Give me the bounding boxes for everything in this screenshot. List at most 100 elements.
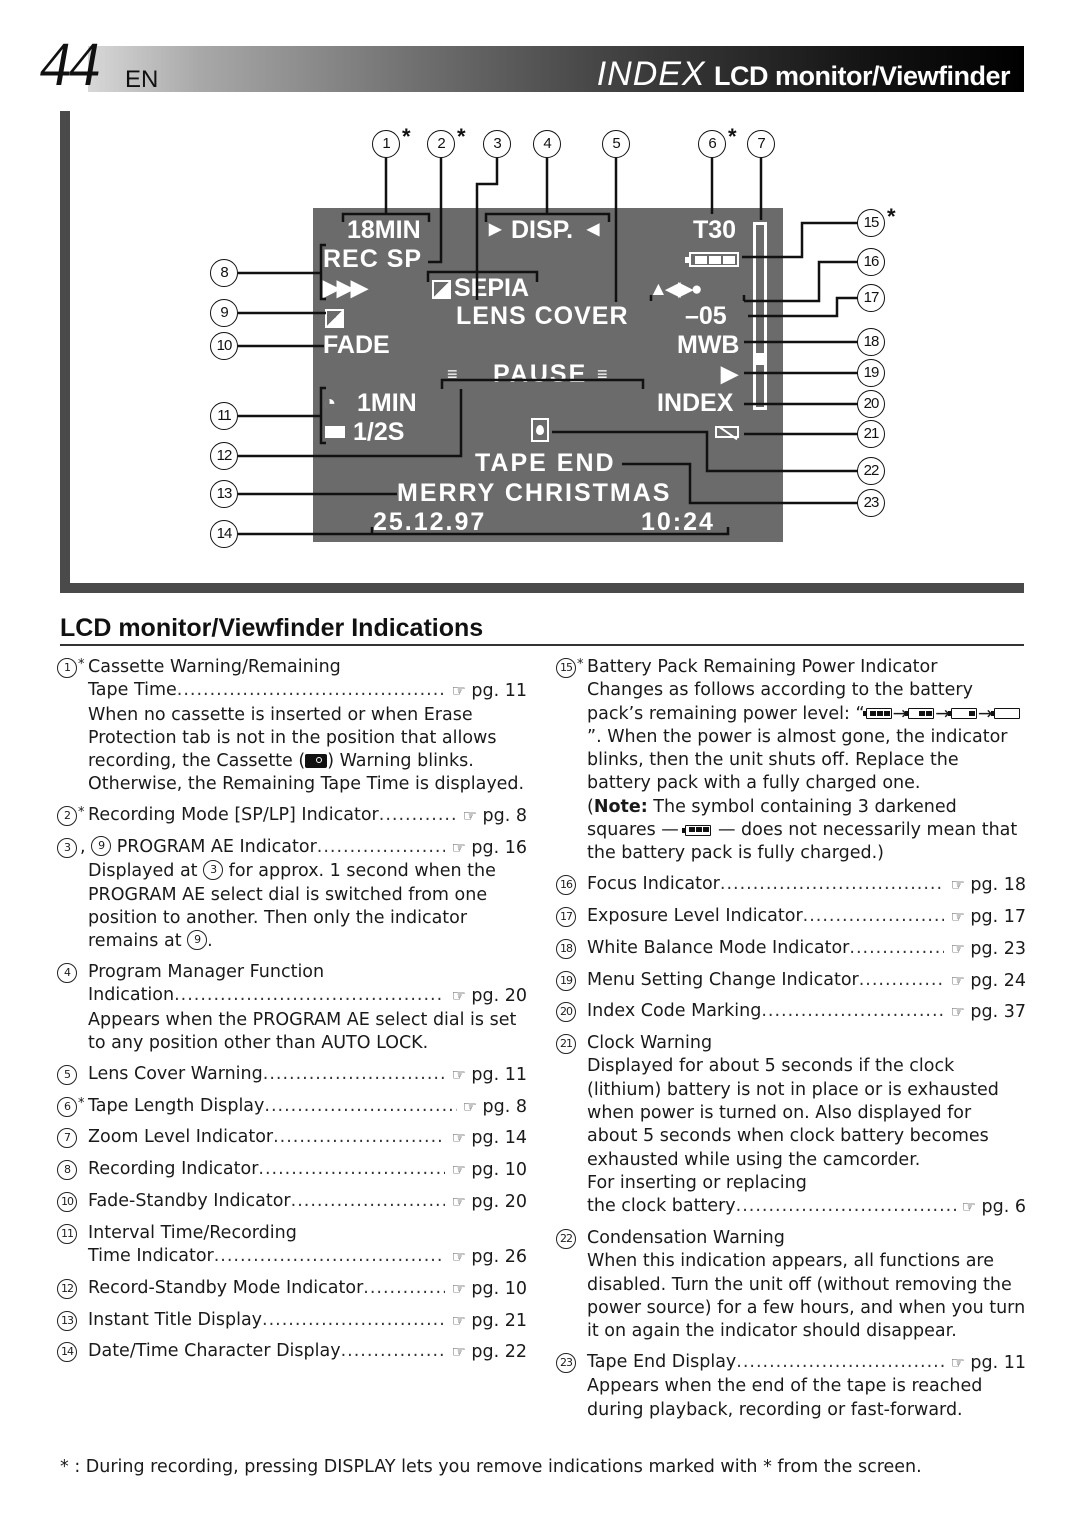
indication-description: When no cassette is inserted or when Era… [88,704,527,797]
page-ref-link[interactable]: ☞ pg. 16 [445,836,527,860]
indication-label: Record-Standby Mode Indicator [88,1277,364,1298]
callout-15-star: * [887,204,896,229]
callout-19: 19 [857,359,885,387]
footnote: * : During recording, pressing DISPLAY l… [60,1457,922,1477]
page-ref: pg. 6 [981,1197,1026,1218]
page-ref: pg. 24 [970,970,1026,991]
page-ref-link[interactable]: ☞ pg. 8 [457,1095,527,1119]
page-ref-link[interactable]: ☞ pg. 24 [944,969,1026,993]
indication-label: Fade-Standby Indicator [88,1190,291,1211]
indication-label: Condensation Warning [587,1228,785,1249]
indication-ref-row: Zoom Level Indicator ☞ pg. 14 [88,1126,527,1150]
page-ref-link[interactable]: ☞ pg. 11 [445,1063,527,1087]
indication-number: 6 [57,1096,77,1117]
dot-leader [803,905,945,929]
page-ref-link[interactable]: ☞ pg. 14 [445,1126,527,1150]
indication-label: Recording Indicator [88,1159,259,1180]
callout-5: 5 [602,130,630,158]
indication-14: 14 Date/Time Character Display ☞ pg. 22 [57,1340,527,1364]
page-ref-link[interactable]: ☞ pg. 11 [944,1351,1026,1375]
pointing-hand-icon: ☞ [950,1002,965,1022]
indication-number: 4 [57,963,77,984]
desc-text: . [207,931,213,952]
indication-number: 5 [57,1064,77,1085]
indication-4: 4 Program Manager Function Indication ☞ … [57,961,527,1055]
callout-6-star: * [728,124,737,149]
indication-5: 5 Lens Cover Warning ☞ pg. 11 [57,1063,527,1087]
page-ref-link[interactable]: ☞ pg. 18 [944,873,1026,897]
indication-label: Program Manager Function [88,962,325,983]
indication-star: * [78,1095,85,1111]
page-ref-link[interactable]: ☞ pg. 20 [445,984,527,1008]
page-ref-link[interactable]: ☞ pg. 21 [445,1309,527,1333]
section-divider [60,644,1024,646]
pointing-hand-icon: ☞ [451,1278,466,1298]
page-ref-link[interactable]: ☞ pg. 10 [445,1158,527,1182]
indication-number: 18 [556,938,576,959]
indication-16: 16 Focus Indicator ☞ pg. 18 [556,873,1026,897]
dot-leader [849,937,944,961]
indication-number: 1 [57,658,77,678]
page-ref-link[interactable]: ☞ pg. 37 [944,1000,1026,1024]
battery-3-bars-icon [862,708,892,720]
indication-ref-row: Instant Title Display ☞ pg. 21 [88,1309,527,1333]
indication-2: 2 * Recording Mode [SP/LP] Indicator ☞ p… [57,804,527,828]
indication-22: 22 Condensation Warning When this indica… [556,1227,1026,1343]
indication-number: 3 [203,860,224,881]
pointing-hand-icon: ☞ [950,875,965,895]
pointing-hand-icon: ☞ [451,1064,466,1084]
indication-number: 17 [556,906,576,927]
indication-label: Tape Time [88,680,177,701]
callout-23: 23 [857,489,885,517]
indication-6: 6 * Tape Length Display ☞ pg. 8 [57,1095,527,1119]
indication-ref-row: Record-Standby Mode Indicator ☞ pg. 10 [88,1277,527,1301]
indication-label: Tape End Display [587,1352,737,1373]
indication-ref-row: Tape Length Display ☞ pg. 8 [88,1095,527,1119]
page-ref-link[interactable]: ☞ pg. 23 [944,937,1026,961]
indication-3-9: 3 , 9 PROGRAM AE Indicator ☞ pg. 16 Disp… [57,836,527,953]
dot-leader [174,984,445,1008]
page-ref-link[interactable]: ☞ pg. 10 [445,1277,527,1301]
indication-description: When this indication appears, all functi… [587,1251,1026,1342]
indication-8: 8 Recording Indicator ☞ pg. 10 [57,1158,527,1182]
callout-2-star: * [457,124,466,149]
page-ref-link[interactable]: ☞ pg. 6 [956,1195,1026,1219]
indication-label: Exposure Level Indicator [587,905,803,926]
page-ref-link[interactable]: ☞ pg. 17 [944,905,1026,929]
pointing-hand-icon: ☞ [451,1128,466,1148]
page-ref-link[interactable]: ☞ pg. 26 [445,1245,527,1269]
page-ref: pg. 10 [471,1278,527,1299]
indication-label: Clock Warning [587,1033,713,1054]
page-ref-link[interactable]: ☞ pg. 20 [445,1190,527,1214]
indication-number: 9 [187,930,208,951]
indications-left-column: 1 * Cassette Warning/Remaining Tape Time… [57,656,527,1372]
page-ref: pg. 14 [471,1128,527,1149]
callout-4: 4 [533,130,561,158]
indication-label: Recording Mode [SP/LP] Indicator [88,805,379,826]
pointing-hand-icon: ☞ [451,1191,466,1211]
page-ref-link[interactable]: ☞ pg. 8 [457,804,527,828]
indication-label: Date/Time Character Display [88,1341,341,1362]
note-paren: ( [587,796,594,817]
indication-label: Time Indicator [88,1246,214,1267]
indication-label: Index Code Marking [587,1001,762,1022]
indication-star: * [78,657,85,672]
indication-number: 15 [556,658,576,678]
callout-2: 2 [427,130,455,158]
indication-number: 3 [57,838,77,859]
page-ref-link[interactable]: ☞ pg. 22 [445,1340,527,1364]
callout-12: 12 [210,442,238,470]
indication-ref-row: Tape Time ☞ pg. 11 [88,679,527,703]
callout-7: 7 [747,130,775,158]
indication-ref-row: Lens Cover Warning ☞ pg. 11 [88,1063,527,1087]
callout-13: 13 [210,480,238,508]
dot-leader [317,836,446,860]
callout-18: 18 [857,328,885,356]
indication-23: 23 Tape End Display ☞ pg. 11 Appears when… [556,1351,1026,1422]
page-ref-link[interactable]: ☞ pg. 11 [445,679,527,703]
callout-17: 17 [857,284,885,312]
indication-label: Focus Indicator [587,874,720,895]
leader-22 [552,430,858,473]
leader-3 [426,158,539,300]
indication-label-group: , 9 PROGRAM AE Indicator [80,836,317,860]
